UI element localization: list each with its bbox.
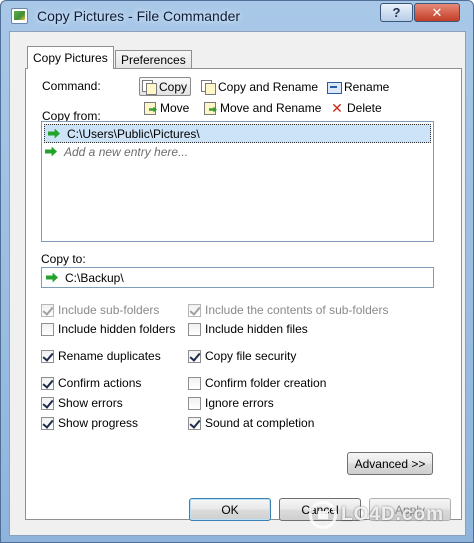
sound-at-completion-checkbox[interactable]: Sound at completion (188, 416, 314, 430)
file-commander-window: Copy Pictures - File Commander ? ✕ Copy … (0, 0, 474, 543)
copy-command-button[interactable]: Copy (139, 77, 192, 96)
add-entry-row[interactable]: Add a new entry here... (42, 142, 188, 161)
include-hidden-folders-checkbox[interactable]: Include hidden folders (41, 322, 175, 336)
delete-x-icon: ✕ (331, 99, 343, 116)
checkbox-box (41, 303, 54, 317)
show-errors-checkbox[interactable]: Show errors (41, 396, 123, 410)
rename-command-button[interactable]: Rename (325, 77, 392, 96)
rename-command-label: Rename (344, 79, 390, 94)
green-arrow-icon (46, 272, 58, 283)
checkbox-box (188, 349, 201, 363)
copy-and-rename-command-label: Copy and Rename (218, 79, 319, 94)
watermark: LO4D.com (309, 498, 444, 532)
move-command-button[interactable]: Move (141, 98, 192, 117)
app-icon (11, 8, 28, 24)
copy-from-list[interactable]: C:\Users\Public\Pictures\ Add a new entr… (41, 121, 434, 242)
window-title: Copy Pictures - File Commander (37, 8, 241, 24)
checkbox-box (41, 416, 54, 430)
include-hidden-folders-label: Include hidden folders (58, 322, 176, 336)
checkbox-box (41, 376, 54, 390)
checkbox-box (188, 376, 201, 390)
close-button[interactable]: ✕ (414, 3, 460, 22)
sound-at-completion-label: Sound at completion (205, 416, 315, 430)
copy-and-rename-command-button[interactable]: Copy and Rename (199, 77, 321, 96)
ok-button[interactable]: OK (189, 498, 271, 521)
tab-preferences[interactable]: Preferences (115, 50, 192, 70)
help-button[interactable]: ? (380, 3, 413, 22)
copy-icon (142, 79, 157, 95)
copy-file-security-checkbox[interactable]: Copy file security (188, 349, 296, 363)
checkbox-box (188, 396, 201, 410)
delete-command-label: Delete (347, 100, 382, 115)
delete-command-button[interactable]: ✕ Delete (328, 98, 385, 117)
advanced-button[interactable]: Advanced >> (347, 452, 433, 475)
rename-duplicates-label: Rename duplicates (58, 349, 161, 363)
ignore-errors-checkbox[interactable]: Ignore errors (188, 396, 274, 410)
watermark-logo-icon (309, 501, 337, 529)
copy-to-field[interactable]: C:\Backup\ (41, 267, 434, 288)
include-subfolders-checkbox[interactable]: Include sub-folders (41, 303, 159, 317)
command-label: Command: (42, 79, 101, 93)
copy-file-security-label: Copy file security (205, 349, 297, 363)
move-icon (143, 101, 157, 115)
move-rename-icon (203, 101, 217, 115)
confirm-folder-creation-label: Confirm folder creation (205, 376, 327, 390)
move-and-rename-command-label: Move and Rename (220, 100, 322, 115)
rename-icon (327, 80, 342, 94)
move-and-rename-command-button[interactable]: Move and Rename (201, 98, 324, 117)
ignore-errors-label: Ignore errors (205, 396, 274, 410)
title-bar[interactable]: Copy Pictures - File Commander ? ✕ (1, 1, 473, 31)
checkbox-box (41, 349, 54, 363)
checkbox-box (188, 322, 201, 336)
copy-from-entry-path: C:\Users\Public\Pictures\ (67, 126, 200, 141)
copy-command-label: Copy (159, 79, 188, 94)
move-command-label: Move (160, 100, 190, 115)
include-contents-subfolders-checkbox[interactable]: Include the contents of sub-folders (188, 303, 388, 317)
copy-to-label: Copy to: (41, 252, 86, 266)
checkbox-box (188, 416, 201, 430)
confirm-actions-checkbox[interactable]: Confirm actions (41, 376, 141, 390)
copy-to-value: C:\Backup\ (65, 270, 124, 285)
show-errors-label: Show errors (58, 396, 123, 410)
green-arrow-icon (48, 128, 60, 139)
include-hidden-files-checkbox[interactable]: Include hidden files (188, 322, 308, 336)
add-entry-placeholder: Add a new entry here... (64, 144, 189, 159)
show-progress-checkbox[interactable]: Show progress (41, 416, 138, 430)
confirm-folder-creation-checkbox[interactable]: Confirm folder creation (188, 376, 326, 390)
confirm-actions-label: Confirm actions (58, 376, 142, 390)
checkbox-box (188, 303, 201, 317)
list-item[interactable]: C:\Users\Public\Pictures\ (44, 124, 431, 143)
include-hidden-files-label: Include hidden files (205, 322, 308, 336)
checkbox-box (41, 322, 54, 336)
rename-duplicates-checkbox[interactable]: Rename duplicates (41, 349, 161, 363)
tab-copy-pictures[interactable]: Copy Pictures (27, 46, 114, 69)
copy-rename-icon (201, 79, 216, 95)
green-arrow-icon (45, 146, 57, 157)
include-subfolders-label: Include sub-folders (58, 303, 160, 317)
checkbox-box (41, 396, 54, 410)
show-progress-label: Show progress (58, 416, 139, 430)
watermark-text: LO4D.com (341, 504, 445, 525)
include-contents-subfolders-label: Include the contents of sub-folders (205, 303, 389, 317)
